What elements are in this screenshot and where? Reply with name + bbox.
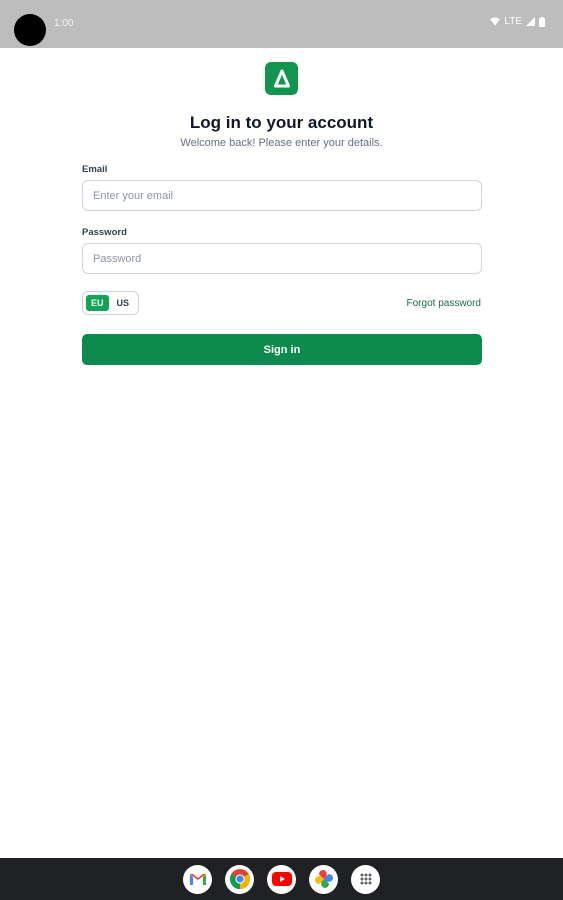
battery-icon (539, 16, 545, 27)
region-toggle[interactable]: EU US (82, 291, 139, 315)
region-option-eu[interactable]: EU (86, 295, 109, 311)
wifi-icon (490, 17, 501, 26)
gmail-icon[interactable] (183, 864, 212, 894)
app-logo (265, 62, 298, 95)
email-label: Email (82, 164, 108, 175)
password-field[interactable] (82, 243, 482, 274)
app-drawer-icon[interactable] (351, 864, 380, 894)
network-type: LTE (504, 16, 522, 27)
status-icons: LTE (490, 16, 545, 27)
page-subtitle: Welcome back! Please enter your details. (180, 137, 383, 149)
photos-icon[interactable] (309, 864, 338, 894)
forgot-password-link[interactable]: Forgot password (407, 298, 481, 309)
youtube-icon[interactable] (267, 864, 296, 894)
status-time: 1:00 (54, 18, 74, 29)
page-title: Log in to your account (189, 113, 374, 132)
sign-in-button[interactable]: Sign in (82, 334, 482, 365)
app-dock (0, 858, 563, 900)
email-field[interactable] (82, 180, 482, 211)
logo-icon (273, 69, 290, 87)
camera-cutout (14, 14, 46, 46)
signal-icon (526, 17, 535, 26)
status-bar: 1:00 LTE (0, 0, 563, 48)
chrome-icon[interactable] (225, 864, 254, 894)
password-label: Password (82, 227, 127, 238)
region-option-us[interactable]: US (112, 295, 135, 311)
